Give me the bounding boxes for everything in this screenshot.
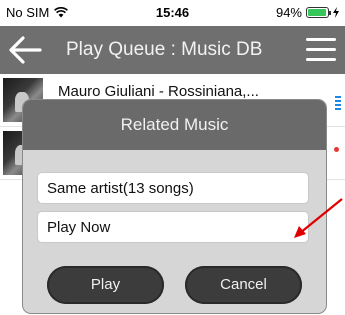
dialog-title: Related Music	[23, 100, 326, 150]
now-playing-icon	[335, 96, 341, 112]
nav-bar: Play Queue : Music DB	[0, 26, 345, 74]
back-arrow-icon	[9, 36, 42, 64]
track-title: Mauro Giuliani - Rossiniana,...	[58, 83, 259, 100]
battery-tip	[329, 11, 331, 15]
menu-button[interactable]	[306, 38, 336, 62]
back-button[interactable]	[8, 35, 42, 65]
battery-icon	[306, 7, 331, 18]
play-button[interactable]: Play	[47, 266, 164, 304]
battery-fill	[308, 9, 326, 16]
page-title: Play Queue : Music DB	[66, 39, 263, 60]
option-play-now[interactable]: Play Now	[37, 211, 309, 243]
status-bar: No SIM 15:46 94%	[0, 0, 345, 26]
status-right: 94%	[276, 5, 339, 20]
charging-bolt-icon	[333, 7, 339, 18]
option-same-artist[interactable]: Same artist(13 songs)	[37, 172, 309, 204]
annotation-arrow-icon	[294, 198, 343, 238]
battery-percent: 94%	[275, 5, 302, 20]
cancel-button[interactable]: Cancel	[185, 266, 302, 304]
hamburger-icon	[306, 38, 336, 41]
related-music-dialog: Related Music Same artist(13 songs) Play…	[23, 100, 326, 313]
status-dot-icon	[334, 147, 339, 152]
